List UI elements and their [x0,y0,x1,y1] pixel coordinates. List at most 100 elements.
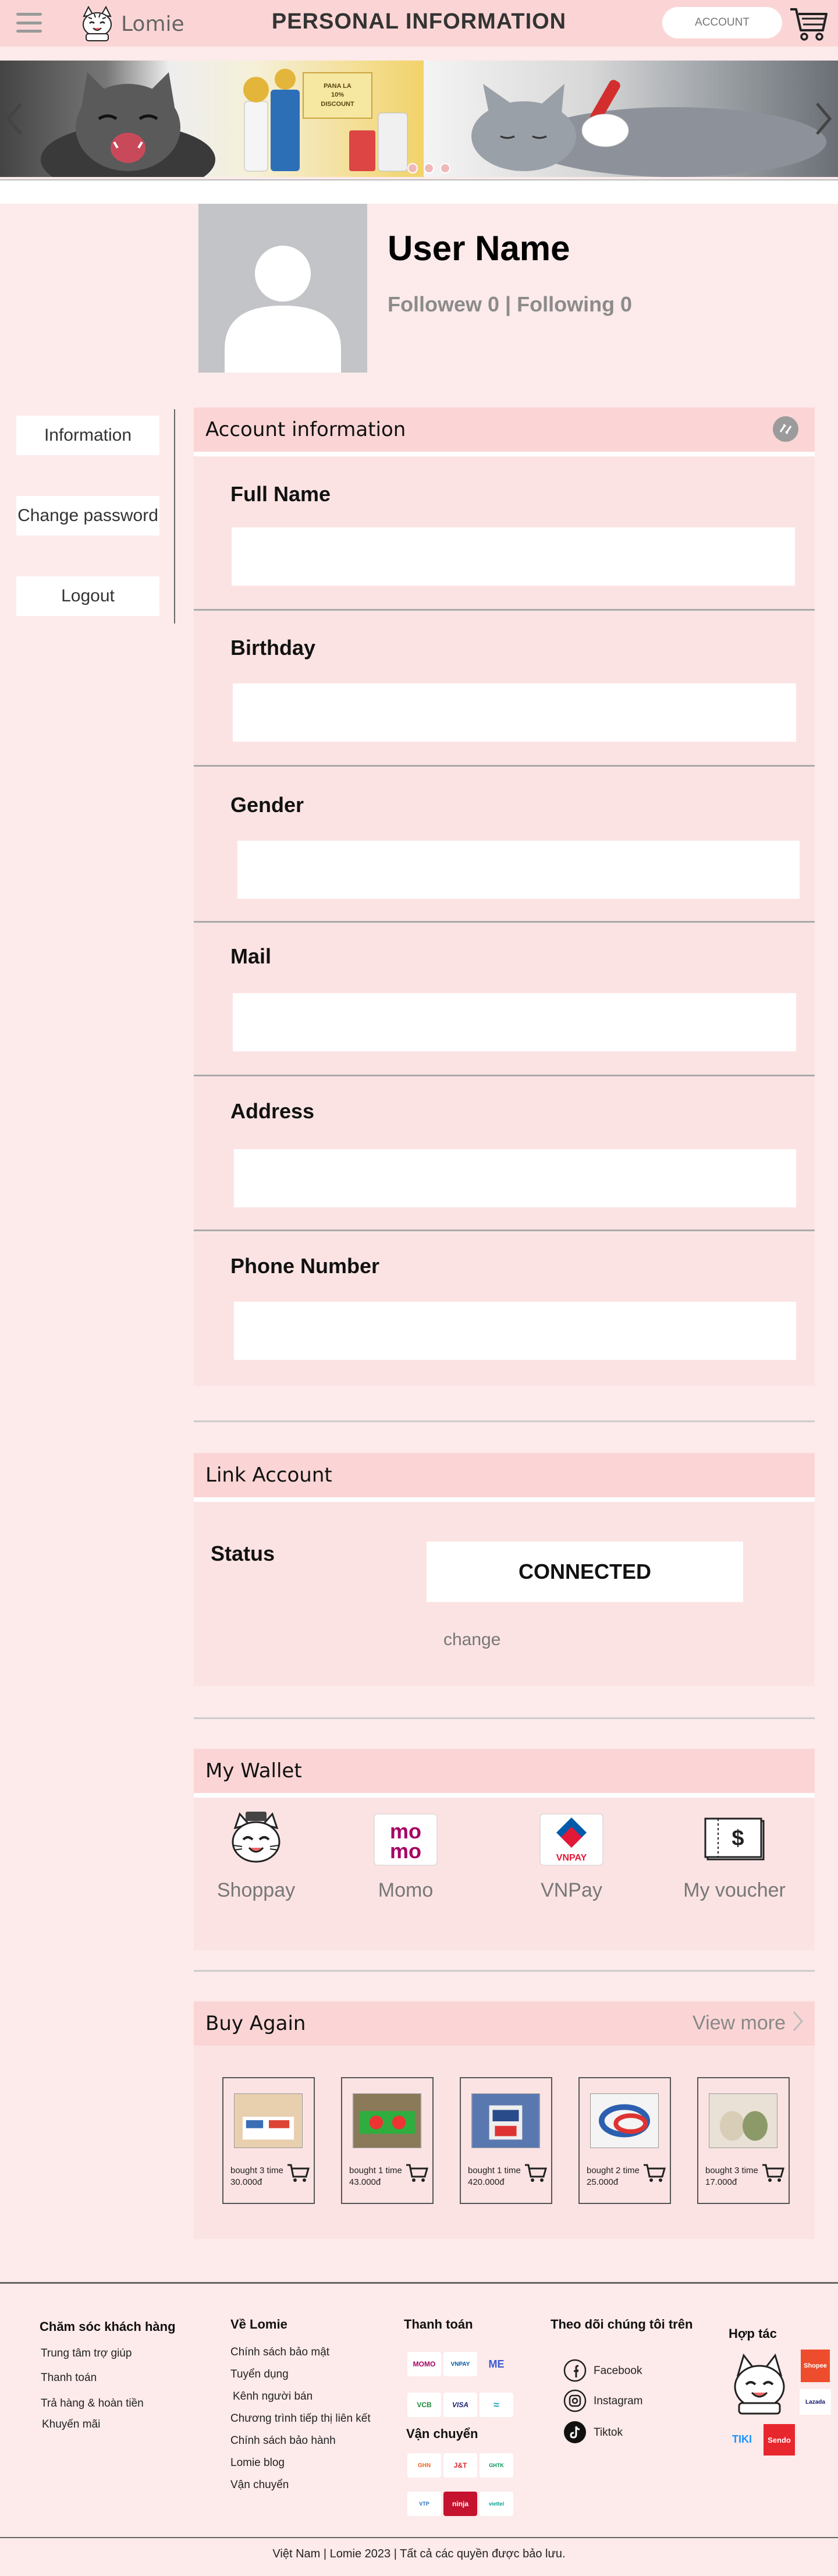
momo-pay-logo: MOMO [407,2352,441,2376]
banner-promo-line1: PANA LA [324,82,351,90]
side-menu-change-password[interactable]: Change password [16,496,159,536]
momo-icon: mo mo [374,1813,438,1866]
product-bought-count: bought 2 time [587,2166,640,2175]
avatar[interactable] [198,204,367,373]
link-account-header-gap [194,1497,815,1502]
footer-link[interactable]: Vận chuyển [230,2479,289,2492]
view-more-link[interactable]: View more [693,2012,786,2035]
wallet-momo[interactable]: mo mo Momo [347,1812,464,1902]
banner-grey-cat-image [471,80,826,177]
product-card[interactable]: bought 2 time 25.000đ [578,2077,671,2204]
footer-link[interactable]: Thanh toán [41,2372,97,2384]
connection-status: CONNECTED [427,1542,743,1602]
ghtk-logo: GHTK [480,2453,513,2478]
section-separator [194,1970,815,1972]
social-label[interactable]: Facebook [594,2365,642,2377]
product-card[interactable]: bought 3 time 30.000đ [222,2077,315,2204]
banner-dot[interactable] [424,163,434,173]
partner-cat-logo-icon [734,2353,785,2415]
lazada-logo[interactable]: Lazada [800,2389,831,2415]
footer-link[interactable]: Chính sách bảo mật [230,2346,329,2359]
product-price: 30.000đ [230,2177,262,2187]
shopee-logo[interactable]: Shopee [801,2350,830,2382]
section-separator [194,1717,815,1719]
wallet-header: My Wallet [194,1749,815,1793]
fullname-label: Full Name [230,482,331,506]
birthday-field[interactable] [233,683,796,742]
account-info-header: Account information [194,408,815,452]
facebook-icon[interactable] [563,2359,587,2382]
gender-field[interactable] [237,841,800,899]
product-image [590,2093,659,2148]
banner-next-icon[interactable] [811,101,835,136]
social-label[interactable]: Instagram [594,2395,642,2408]
account-button[interactable]: ACCOUNT [662,7,782,38]
change-link[interactable]: change [443,1630,500,1650]
add-to-cart-icon[interactable] [761,2163,784,2182]
fullname-field[interactable] [232,527,795,586]
product-image [709,2093,777,2148]
product-image [234,2093,303,2148]
wallet-shoppay[interactable]: Shoppay [198,1812,314,1902]
product-price: 17.000đ [705,2177,737,2187]
instagram-icon[interactable] [563,2389,587,2412]
tiktok-icon[interactable] [563,2421,587,2444]
footer-link[interactable]: Chương trình tiếp thị liên kết [230,2412,371,2425]
add-to-cart-icon[interactable] [286,2163,310,2182]
product-card[interactable]: bought 1 time 43.000đ [341,2077,434,2204]
footer-link[interactable]: Chính sách bảo hành [230,2435,336,2447]
product-price: 420.000đ [468,2177,505,2187]
add-to-cart-icon[interactable] [524,2163,547,2182]
footer-partners-title: Hợp tác [729,2326,777,2341]
footer-link[interactable]: Lomie blog [230,2457,285,2469]
white-strip [0,180,838,204]
banner-prev-icon[interactable] [3,101,27,136]
footer-link[interactable]: Trả hàng & hoàn tiền [41,2397,144,2410]
wallet-voucher[interactable]: $ My voucher [676,1812,793,1902]
banner-promo-line2: 10% [331,91,345,99]
social-label[interactable]: Tiktok [594,2426,623,2439]
phone-label: Phone Number [230,1254,380,1278]
footer-link[interactable]: Trung tâm trợ giúp [41,2347,132,2360]
promo-banner[interactable]: PANA LA 10% DISCOUNT [0,61,838,177]
side-menu-information[interactable]: Information [16,416,159,455]
field-divider [194,609,815,611]
footer-link[interactable]: Tuyển dụng [230,2368,289,2381]
banner-promo-line3: DISCOUNT [321,100,354,108]
banner-cat-image [41,72,215,177]
product-card[interactable]: bought 3 time 17.000đ [697,2077,790,2204]
footer-about-title: Về Lomie [230,2317,287,2331]
chevron-right-icon[interactable] [791,2010,804,2033]
add-to-cart-icon[interactable] [405,2163,428,2182]
banner-dot[interactable] [440,163,450,173]
phone-field[interactable] [234,1302,796,1360]
account-info-title: Account information [205,418,406,441]
field-divider [194,1075,815,1076]
sendo-logo[interactable]: Sendo [764,2424,795,2455]
edit-toggle-icon[interactable] [771,414,800,444]
buy-again-title: Buy Again [205,2012,306,2035]
status-label: Status [211,1542,275,1565]
product-card[interactable]: bought 1 time 420.000đ [460,2077,552,2204]
ghn-logo: GHN [407,2453,441,2478]
vtp-logo: VTP [407,2492,441,2516]
cart-icon[interactable] [789,6,829,42]
wallet-label: Momo [378,1879,434,1901]
wallet-vnpay[interactable]: VNPAY VNPay [513,1812,630,1902]
account-info-header-gap [194,452,815,456]
side-menu-logout[interactable]: Logout [16,576,159,616]
footer-link[interactable]: Kênh người bán [233,2390,313,2403]
mail-field[interactable] [233,993,796,1051]
voucher-logo-text: $ [732,1826,744,1851]
add-to-cart-icon[interactable] [642,2163,666,2182]
banner-dot[interactable] [407,163,418,173]
product-image [471,2093,540,2148]
product-price: 25.000đ [587,2177,619,2187]
address-field[interactable] [234,1149,796,1207]
footer-link[interactable]: Khuyến mãi [42,2418,100,2431]
footer-shipping-title: Vận chuyển [406,2426,478,2441]
product-image [353,2093,421,2148]
top-header: Lomie PERSONAL INFORMATION ACCOUNT [0,0,838,47]
product-bought-count: bought 1 time [468,2166,521,2175]
tiki-logo[interactable]: TIKI [727,2428,757,2451]
